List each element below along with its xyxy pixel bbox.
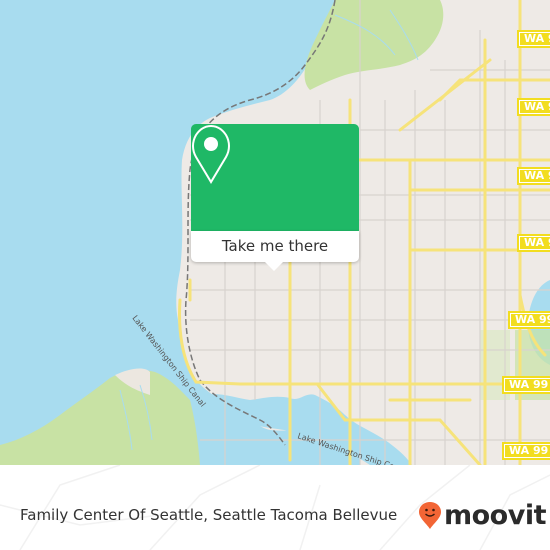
route-shield-wa99: WA 99	[517, 98, 550, 116]
route-shield-wa99: WA 99	[517, 30, 550, 48]
location-popup: Take me there	[191, 124, 359, 271]
route-shield-wa99: WA 99	[508, 311, 550, 329]
route-shield-wa99: WA 99	[517, 234, 550, 252]
popup-pointer	[264, 261, 284, 271]
take-me-there-label[interactable]: Take me there	[191, 231, 359, 262]
route-shield-wa99: WA 99	[502, 442, 550, 460]
moovit-pin-icon	[419, 502, 441, 529]
map[interactable]: Lake Washington Ship Canal Lake Washingt…	[0, 0, 550, 465]
route-shield-wa99: WA 99	[517, 167, 550, 185]
place-name: Family Center Of Seattle, Seattle Tacoma…	[20, 506, 398, 524]
moovit-logo[interactable]: moovit	[418, 500, 547, 531]
route-shield-wa99: WA 99	[502, 376, 550, 394]
popup-header	[191, 124, 359, 231]
moovit-logo-text: moovit	[444, 500, 547, 531]
map-pin-icon	[192, 124, 230, 184]
